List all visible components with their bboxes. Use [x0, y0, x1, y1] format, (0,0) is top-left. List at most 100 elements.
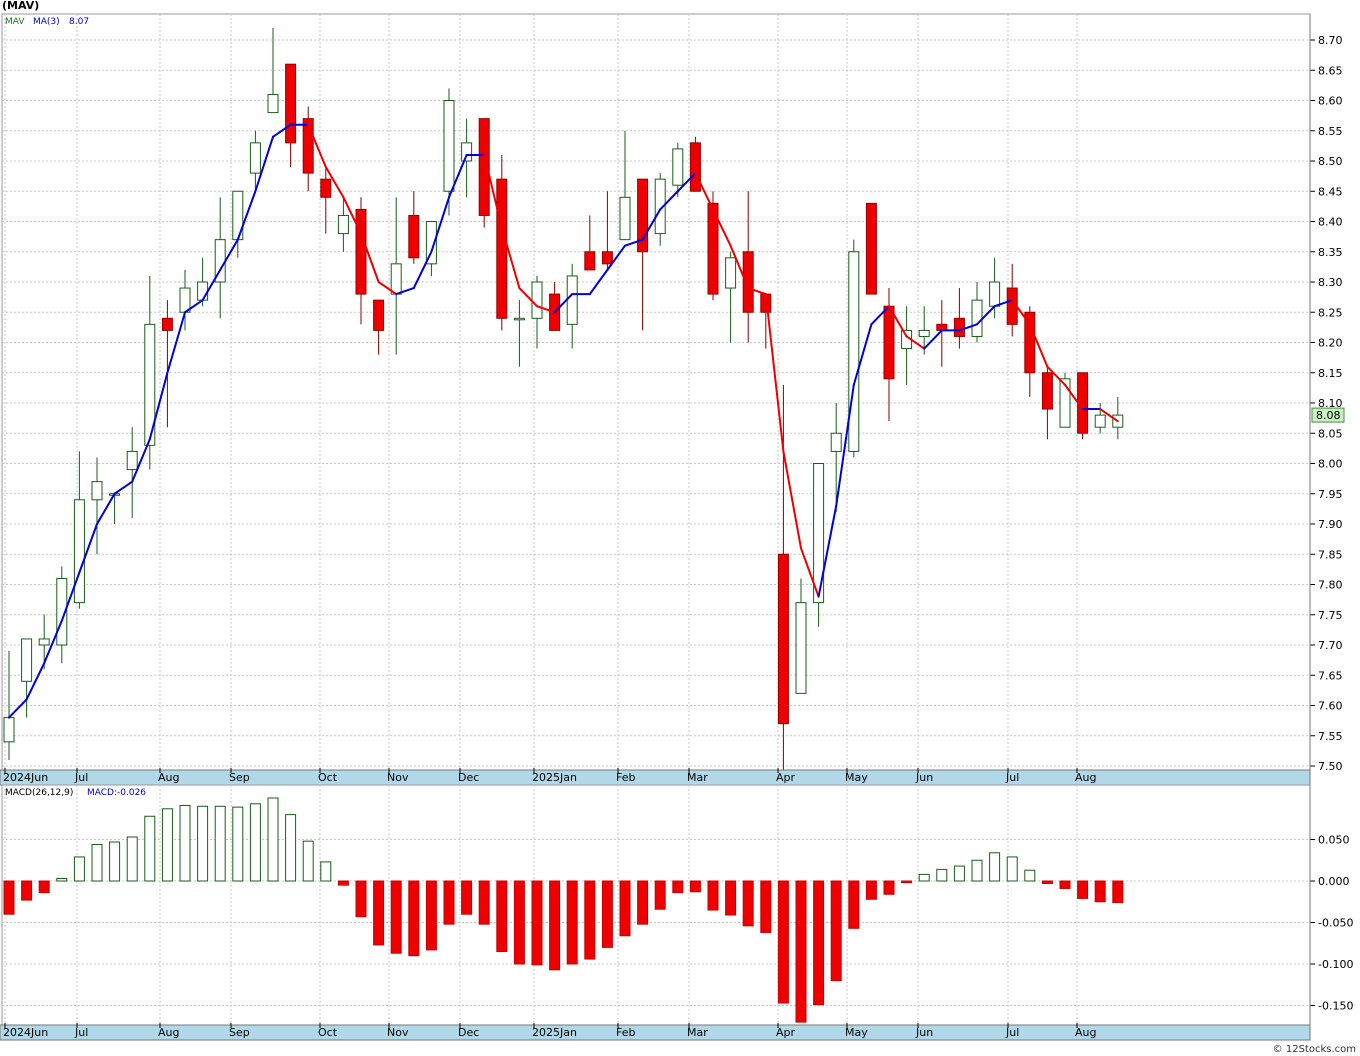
candle-body	[337, 214, 349, 235]
macd-x-tick-label: Dec	[458, 1026, 479, 1039]
macd-bar	[214, 805, 226, 882]
macd-bar	[355, 880, 367, 918]
candle-body	[285, 63, 297, 144]
price-y-tick-label: 7.70	[1318, 639, 1343, 652]
macd-x-axis-band	[0, 1024, 1311, 1041]
candle-body	[1094, 414, 1106, 428]
price-y-tick-label: 7.75	[1318, 609, 1343, 622]
price-y-axis: 8.70 8.65 8.60 8.55 8.50 8.45 8.40 8.35 8.30 8.25…	[1310, 34, 1345, 773]
macd-y-tick-label: 0.050	[1318, 834, 1350, 847]
last-price-marker: 8.08	[1311, 407, 1345, 423]
price-x-tick-label: Dec	[458, 771, 479, 784]
candle-body	[777, 553, 789, 725]
price-y-tick-label: 8.55	[1318, 125, 1343, 138]
candle-body	[566, 275, 578, 325]
candle-body	[918, 329, 930, 337]
price-x-axis-band	[0, 769, 1311, 786]
price-y-tick-label: 8.40	[1318, 216, 1343, 229]
price-y-tick-label: 7.60	[1318, 700, 1343, 713]
candle-body	[73, 499, 85, 604]
candle-body	[496, 178, 508, 319]
macd-y-tick-label: -0.100	[1318, 958, 1353, 971]
last-price-label: 8.08	[1316, 409, 1341, 422]
macd-bar	[672, 880, 684, 894]
candle-body	[320, 178, 332, 198]
candle-body	[21, 638, 33, 682]
candle-body	[161, 317, 173, 331]
macd-bar	[936, 868, 948, 882]
macd-bar	[654, 880, 666, 910]
macd-bar	[689, 880, 701, 893]
macd-bar	[601, 880, 613, 948]
price-y-tick-label: 8.15	[1318, 367, 1343, 380]
legend-ma-value: 8.07	[69, 17, 89, 27]
macd-bar	[707, 880, 719, 911]
candle-body	[865, 202, 877, 295]
candle-body	[249, 142, 261, 174]
price-legend: MAV MA(3) 8.07	[5, 17, 89, 27]
candle-body	[408, 214, 420, 259]
candle-body	[1041, 372, 1053, 410]
macd-bar	[56, 878, 68, 882]
price-y-tick-label: 7.50	[1318, 760, 1343, 773]
macd-x-tick-label: Apr	[776, 1026, 796, 1039]
candle-body	[883, 305, 895, 380]
candle	[865, 202, 877, 295]
macd-x-tick-label: Jul	[74, 1026, 88, 1039]
macd-bar	[848, 880, 860, 929]
macd-bar	[619, 880, 631, 937]
macd-bar	[478, 880, 490, 925]
candle-body	[953, 317, 965, 337]
legend-symbol: MAV	[5, 17, 25, 27]
candle-body	[461, 142, 473, 162]
macd-bar	[760, 880, 772, 933]
macd-bar	[373, 880, 385, 946]
macd-bar	[1094, 880, 1106, 903]
price-y-tick-label: 7.85	[1318, 548, 1343, 561]
candle-body	[619, 196, 631, 241]
candle-body	[971, 299, 983, 337]
price-x-tick-label: Jul	[1005, 771, 1019, 784]
macd-x-tick-label: Jun	[915, 1026, 933, 1039]
candle-body	[443, 100, 455, 192]
macd-bar	[1077, 880, 1089, 899]
candle	[689, 136, 701, 192]
macd-bar	[865, 880, 877, 900]
macd-bar	[566, 880, 578, 965]
candle-body	[126, 450, 138, 471]
price-y-tick-label: 8.65	[1318, 64, 1343, 77]
price-x-tick-label: 2025Jan	[532, 771, 577, 784]
macd-bar	[38, 880, 50, 894]
candle-body	[179, 287, 191, 313]
macd-bar	[91, 843, 103, 882]
macd-bar	[21, 880, 33, 901]
candle-body	[3, 717, 15, 743]
candle	[848, 239, 860, 458]
candle-body	[672, 148, 684, 186]
price-x-tick-label: Oct	[318, 771, 338, 784]
price-x-tick-label: Aug	[158, 771, 179, 784]
macd-bar	[830, 880, 842, 982]
macd-bar	[549, 880, 561, 971]
macd-bar	[232, 806, 244, 882]
macd-x-tick-label: Nov	[387, 1026, 409, 1039]
macd-bar	[883, 880, 895, 895]
macd-x-tick-label: Sep	[229, 1026, 250, 1039]
macd-y-tick-label: 0.000	[1318, 875, 1350, 888]
macd-x-tick-label: Oct	[318, 1026, 338, 1039]
price-y-tick-label: 7.65	[1318, 669, 1343, 682]
candle-body	[390, 263, 402, 295]
candle	[1077, 372, 1089, 440]
price-y-tick-label: 8.25	[1318, 306, 1343, 319]
macd-bar	[267, 797, 279, 882]
macd-x-tick-label: Mar	[687, 1026, 708, 1039]
candle-body	[725, 257, 737, 289]
price-x-tick-label: May	[845, 771, 868, 784]
macd-bar	[461, 880, 473, 915]
candle-body	[373, 299, 385, 331]
macd-bar	[584, 880, 596, 960]
macd-bar	[918, 873, 930, 882]
price-y-tick-label: 8.00	[1318, 458, 1343, 471]
candle-body	[531, 281, 543, 319]
candle-body	[513, 317, 525, 321]
